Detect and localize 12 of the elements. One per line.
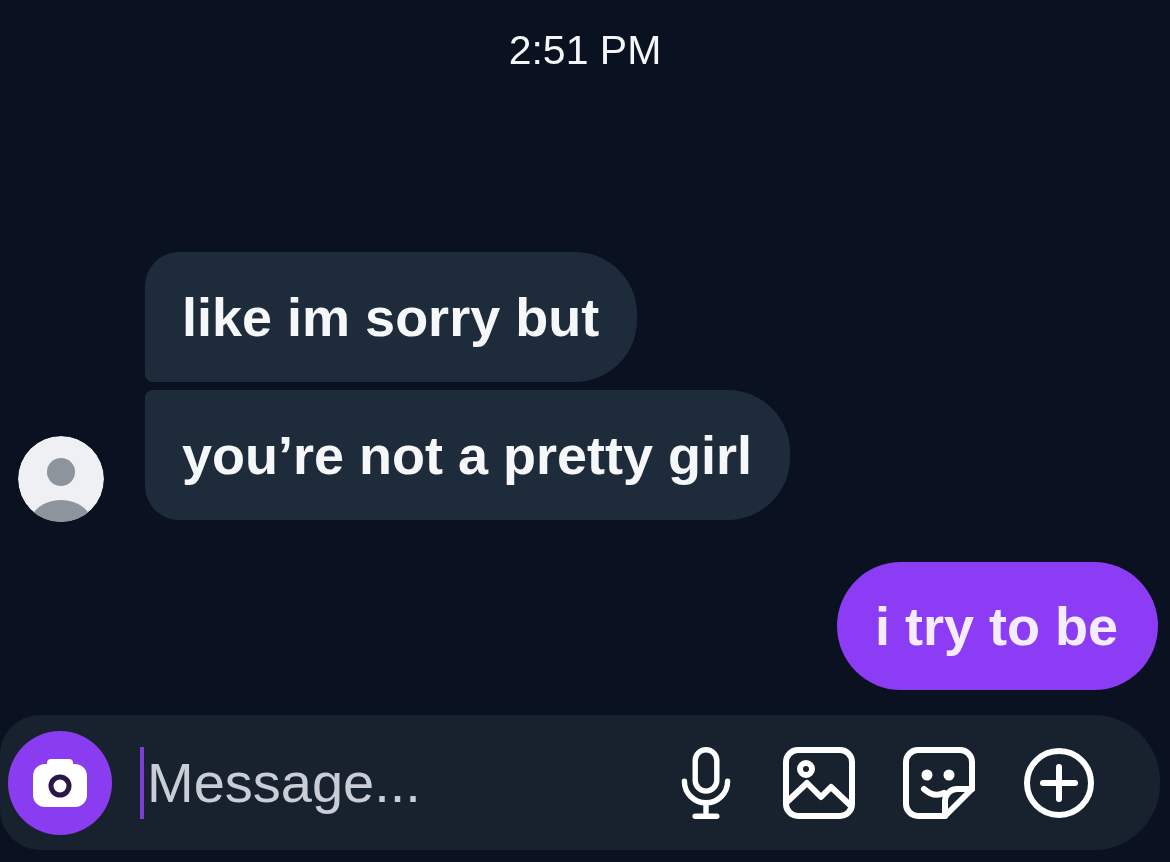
plus-icon: [1023, 746, 1095, 819]
add-button[interactable]: [1023, 746, 1095, 819]
sticker-button[interactable]: [903, 746, 975, 819]
message-input[interactable]: Message...: [144, 747, 677, 818]
time-label: 2:51 PM: [508, 26, 662, 75]
message-bubble: i try to be: [836, 562, 1158, 690]
image-icon: [783, 746, 855, 819]
message-bubble: like im sorry but: [145, 252, 638, 382]
sticker-icon: [903, 746, 975, 819]
message-bubble: you’re not a pretty girl: [145, 390, 791, 520]
camera-icon: [33, 758, 87, 807]
gallery-button[interactable]: [783, 746, 855, 819]
